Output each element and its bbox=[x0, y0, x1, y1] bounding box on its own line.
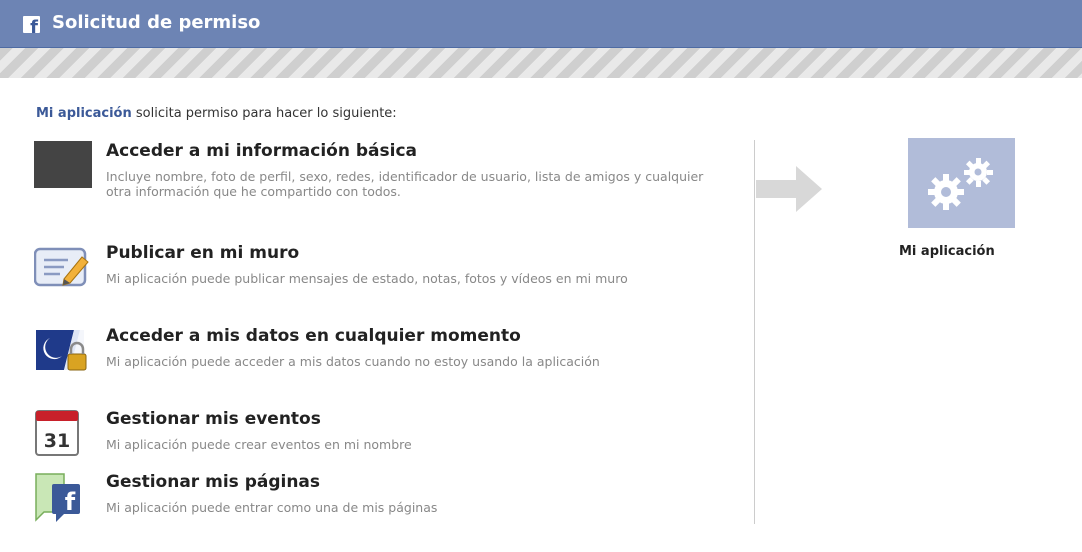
app-name-link[interactable]: Mi aplicación bbox=[36, 106, 132, 121]
facebook-logo-letter: f bbox=[30, 17, 38, 34]
permission-description: Mi aplicación puede entrar como una de m… bbox=[106, 500, 438, 515]
facebook-logo-icon: f bbox=[23, 16, 40, 33]
app-name: Mi aplicación bbox=[899, 244, 995, 259]
permission-title: Publicar en mi muro bbox=[106, 243, 300, 263]
arrow-right-icon bbox=[756, 166, 824, 216]
decorative-stripes bbox=[0, 48, 1082, 78]
permission-description: Mi aplicación puede crear eventos en mi … bbox=[106, 437, 412, 452]
calendar-icon-day: 31 bbox=[44, 430, 70, 452]
permission-title: Acceder a mi información básica bbox=[106, 141, 418, 161]
permission-dialog: f Solicitud de permiso Mi aplicación sol… bbox=[0, 0, 1082, 552]
vertical-divider bbox=[754, 140, 755, 524]
permission-title: Gestionar mis páginas bbox=[106, 472, 321, 492]
permission-title: Gestionar mis eventos bbox=[106, 409, 321, 429]
dialog-title-bar: f Solicitud de permiso bbox=[0, 0, 1082, 48]
basic-info-icon bbox=[34, 141, 92, 193]
offline-access-icon bbox=[34, 326, 90, 378]
dialog-title: Solicitud de permiso bbox=[52, 12, 261, 33]
intro-sentence: solicita permiso para hacer lo siguiente… bbox=[131, 106, 397, 121]
calendar-icon: 31 bbox=[34, 409, 90, 461]
permission-description: Incluye nombre, foto de perfil, sexo, re… bbox=[106, 169, 704, 199]
app-image bbox=[908, 138, 1015, 228]
gears-icon bbox=[928, 158, 993, 210]
intro-text: Mi aplicación solicita permiso para hace… bbox=[36, 106, 397, 121]
wall-post-icon bbox=[33, 243, 90, 295]
permission-description: Mi aplicación puede publicar mensajes de… bbox=[106, 271, 628, 286]
permission-description: Mi aplicación puede acceder a mis datos … bbox=[106, 354, 600, 369]
pages-icon: f bbox=[34, 472, 90, 524]
permission-title: Acceder a mis datos en cualquier momento bbox=[106, 326, 521, 346]
pages-icon-letter: f bbox=[65, 488, 76, 516]
